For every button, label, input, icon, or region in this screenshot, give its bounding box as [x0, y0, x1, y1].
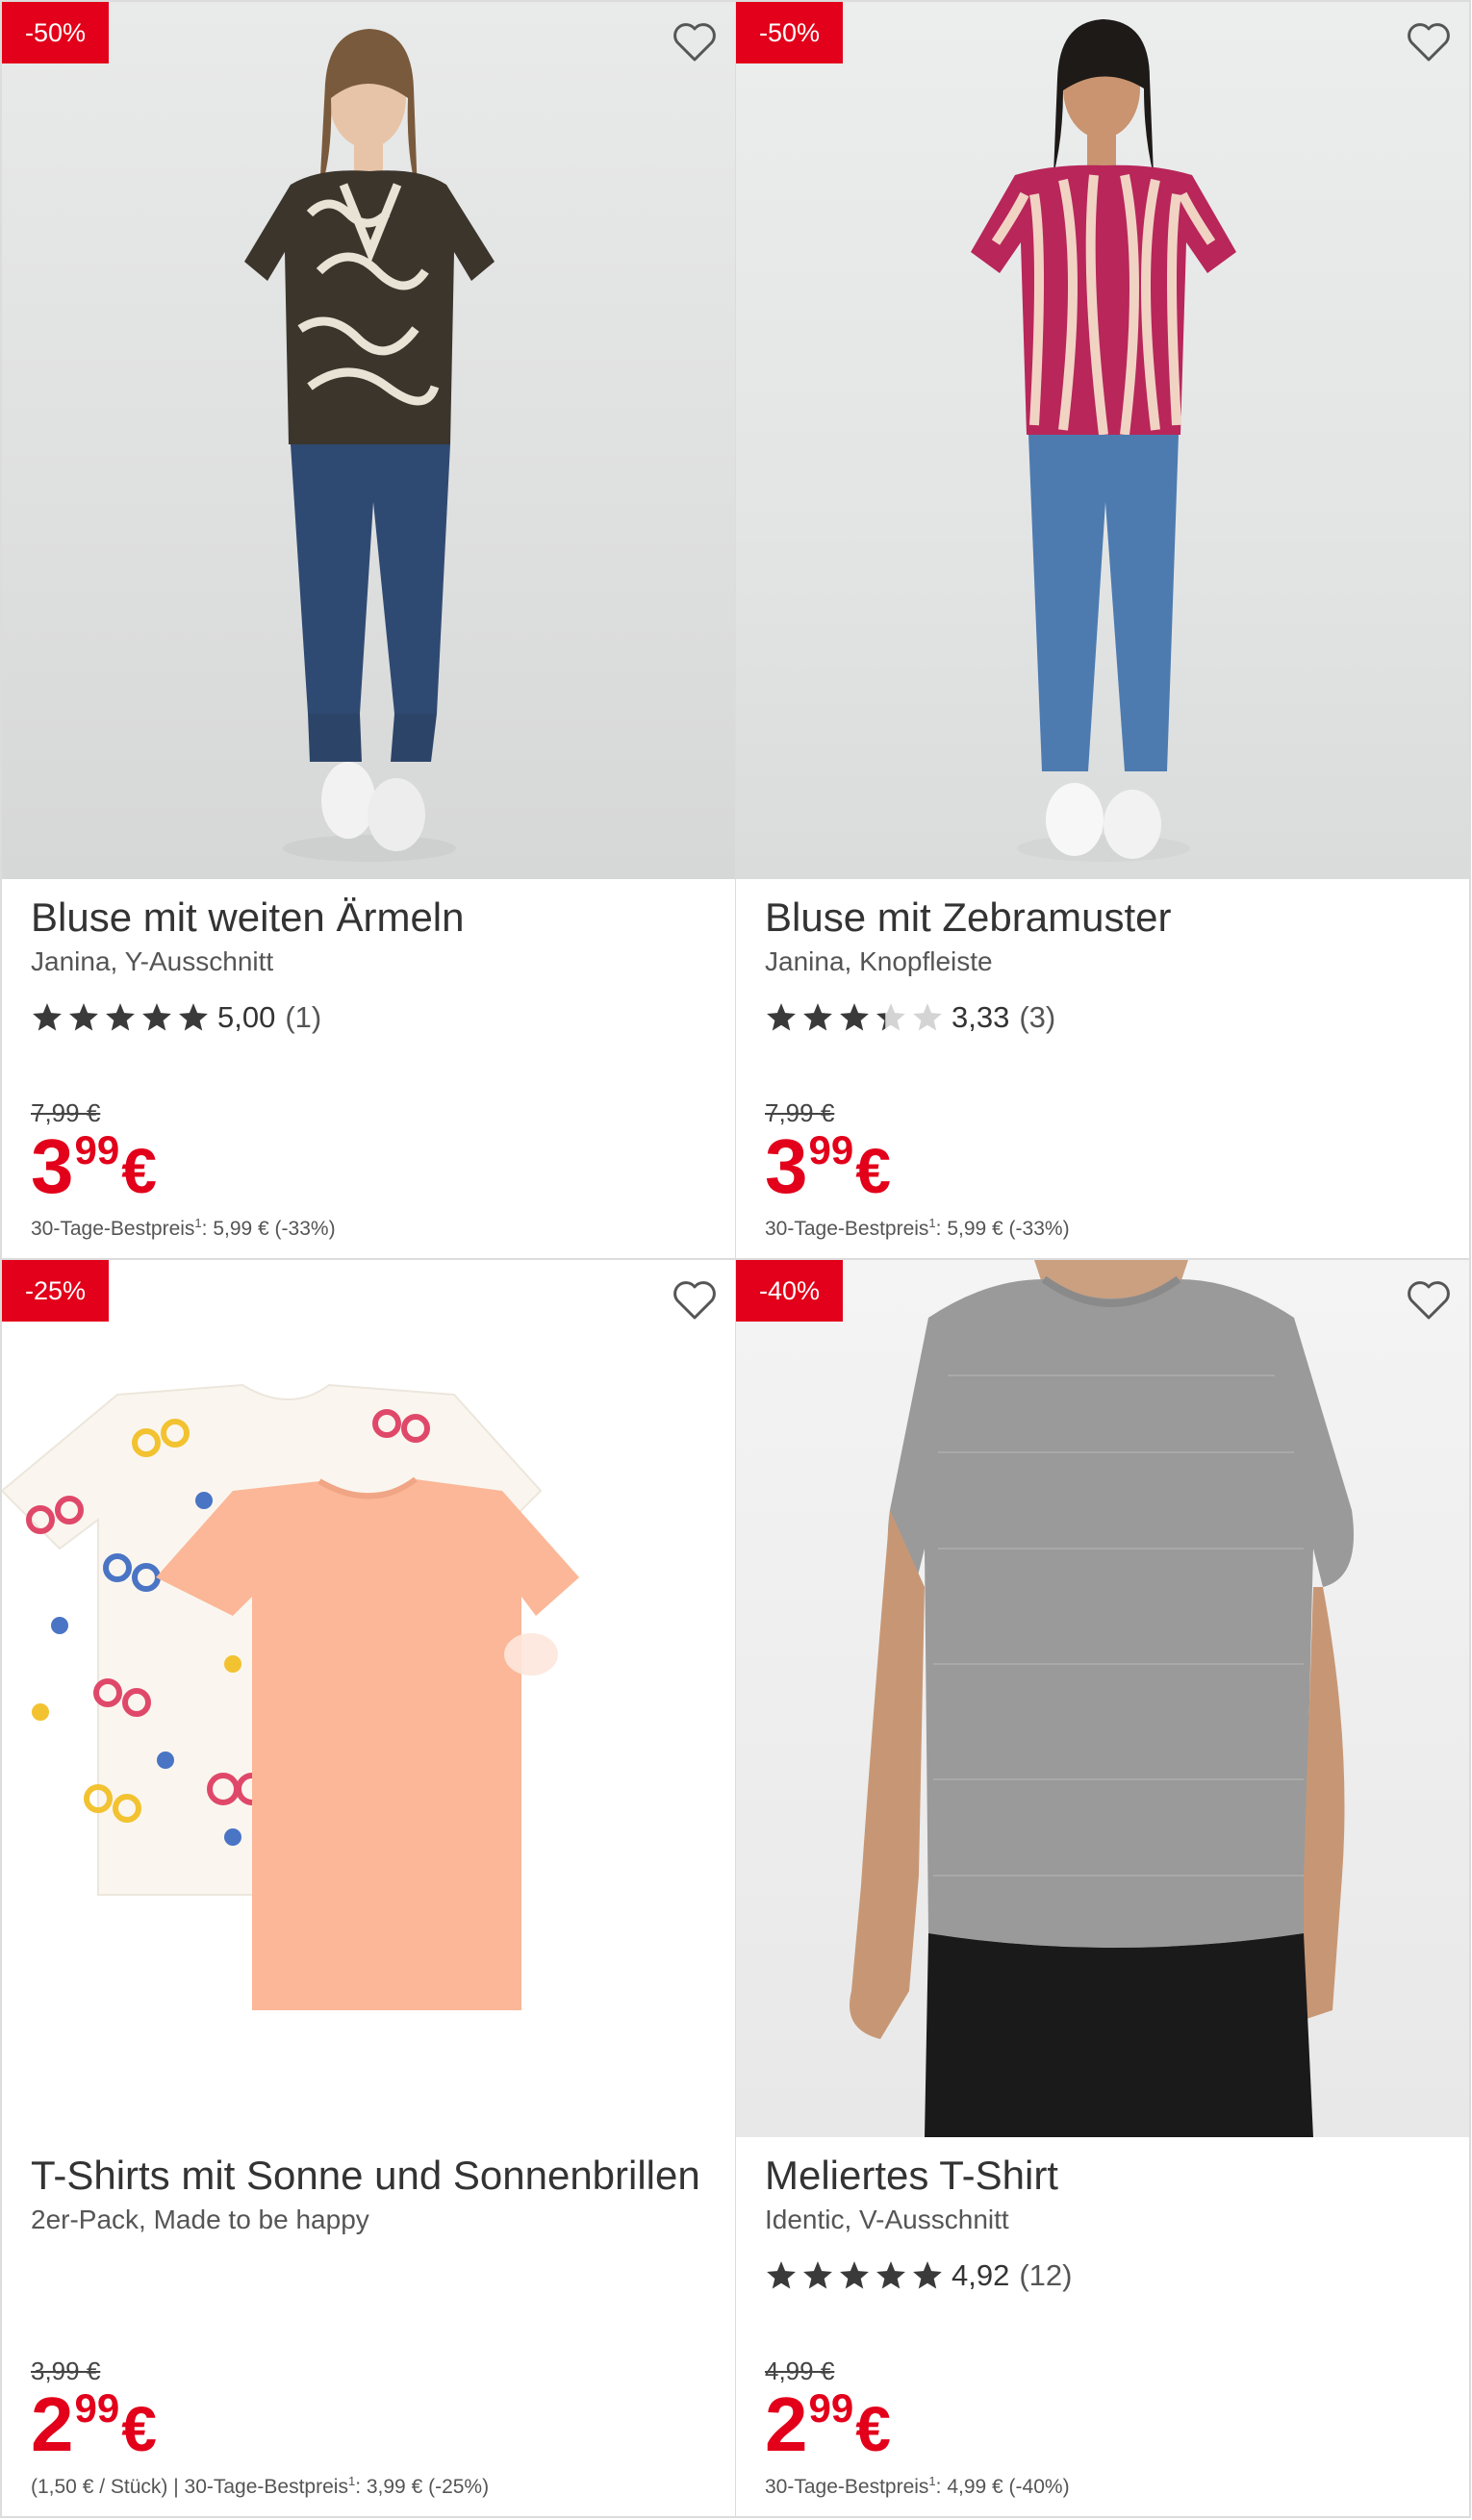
discount-badge: -25% [2, 1260, 110, 1322]
price-currency: € [855, 1135, 891, 1206]
sparkle-icon[interactable] [677, 1197, 710, 1229]
product-title[interactable]: Meliertes T-Shirt [765, 2153, 1058, 2199]
heart-outline-icon[interactable] [672, 1279, 718, 1322]
heart-outline-icon[interactable] [1406, 21, 1452, 63]
star-icon [876, 2261, 905, 2289]
product-subtitle: Janina, Knopfleiste [765, 946, 993, 976]
rating-stars [765, 1001, 944, 1034]
product-rating: 5,00 (1) [31, 998, 321, 1037]
best-price-note: 30-Tage-Bestpreis1: 5,99 € (-33%) [765, 1216, 1070, 1240]
star-icon [142, 1003, 171, 1031]
discount-badge: -40% [736, 1260, 844, 1322]
sparkle-icon[interactable] [1411, 1197, 1444, 1229]
current-price: 399€ [765, 1123, 891, 1210]
woman-patterned-blouse-illustration [244, 29, 495, 862]
rating-stars [765, 2259, 944, 2292]
woman-zebra-blouse-illustration [971, 19, 1236, 862]
current-price: 299€ [31, 2381, 157, 2468]
discount-badge: -50% [736, 2, 844, 63]
best-price-note: 30-Tage-Bestpreis1: 5,99 € (-33%) [31, 1216, 336, 1240]
product-image[interactable] [736, 2, 1469, 879]
rating-count: (3) [1019, 1000, 1056, 1034]
product-title[interactable]: Bluse mit Zebramuster [765, 895, 1171, 941]
kids-tshirts-pack-illustration [2, 1383, 579, 2010]
product-card[interactable]: -50% Bluse mit weiten Ärmeln Janina, Y-A… [0, 0, 736, 1260]
product-info: T-Shirts mit Sonne und Sonnenbrillen 2er… [31, 2137, 712, 2516]
star-icon [69, 1003, 98, 1031]
star-icon [767, 1003, 796, 1031]
star-icon [803, 1003, 832, 1031]
star-icon [840, 1003, 869, 1031]
product-card[interactable]: -50% Bluse mit Zebramuster Janina, Knopf… [735, 0, 1471, 1260]
heart-outline-icon[interactable] [1406, 1279, 1452, 1322]
price-currency: € [121, 1135, 157, 1206]
product-info: Bluse mit weiten Ärmeln Janina, Y-Aussch… [31, 879, 712, 1258]
price-decimals: 99 [808, 2385, 854, 2431]
heart-outline-icon[interactable] [672, 21, 718, 63]
star-icon [840, 2261, 869, 2289]
rating-value: 5,00 [217, 1000, 276, 1034]
price-currency: € [121, 2393, 157, 2464]
discount-badge: -50% [2, 2, 110, 63]
product-subtitle: Identic, V-Ausschnitt [765, 2205, 1009, 2234]
rating-count: (1) [285, 1000, 322, 1034]
product-info: Bluse mit Zebramuster Janina, Knopfleist… [765, 879, 1446, 1258]
star-icon [106, 1003, 135, 1031]
product-grid: -50% Bluse mit weiten Ärmeln Janina, Y-A… [0, 0, 1472, 2520]
star-icon [913, 2261, 942, 2289]
price-decimals: 99 [808, 1127, 854, 1172]
star-icon [913, 1003, 942, 1031]
star-icon [179, 1003, 208, 1031]
star-icon [767, 2261, 796, 2289]
product-title[interactable]: T-Shirts mit Sonne und Sonnenbrillen [31, 2153, 700, 2199]
rating-stars [31, 1001, 210, 1034]
rating-value: 4,92 [952, 2258, 1010, 2292]
price-integer: 3 [765, 1123, 807, 1209]
product-image[interactable] [736, 1260, 1469, 2137]
best-price-note: 30-Tage-Bestpreis1: 4,99 € (-40%) [765, 2474, 1070, 2498]
product-subtitle: 2er-Pack, Made to be happy [31, 2205, 369, 2234]
current-price: 399€ [31, 1123, 157, 1210]
product-card[interactable]: -25% T-Shirts mit Sonne und Sonnenbrille… [0, 1258, 736, 2518]
price-decimals: 99 [74, 2385, 120, 2431]
product-image[interactable] [2, 1260, 735, 2137]
product-subtitle: Janina, Y-Ausschnitt [31, 946, 274, 976]
price-integer: 2 [31, 2381, 73, 2467]
product-info: Meliertes T-Shirt Identic, V-Ausschnitt … [765, 2137, 1446, 2516]
product-title[interactable]: Bluse mit weiten Ärmeln [31, 895, 465, 941]
price-currency: € [855, 2393, 891, 2464]
star-icon [876, 1003, 905, 1031]
star-icon [803, 2261, 832, 2289]
man-grey-tshirt-illustration [850, 1260, 1354, 2137]
product-rating: 3,33 (3) [765, 998, 1055, 1037]
price-integer: 2 [765, 2381, 807, 2467]
product-rating: 4,92 (12) [765, 2256, 1072, 2295]
best-price-note: (1,50 € / Stück) | 30-Tage-Bestpreis1: 3… [31, 2474, 490, 2498]
price-decimals: 99 [74, 1127, 120, 1172]
product-card[interactable]: -40% Meliertes T-Shirt Identic, V-Aussch… [735, 1258, 1471, 2518]
price-integer: 3 [31, 1123, 73, 1209]
rating-count: (12) [1019, 2258, 1073, 2292]
current-price: 299€ [765, 2381, 891, 2468]
product-image[interactable] [2, 2, 735, 879]
star-icon [33, 1003, 62, 1031]
rating-value: 3,33 [952, 1000, 1010, 1034]
